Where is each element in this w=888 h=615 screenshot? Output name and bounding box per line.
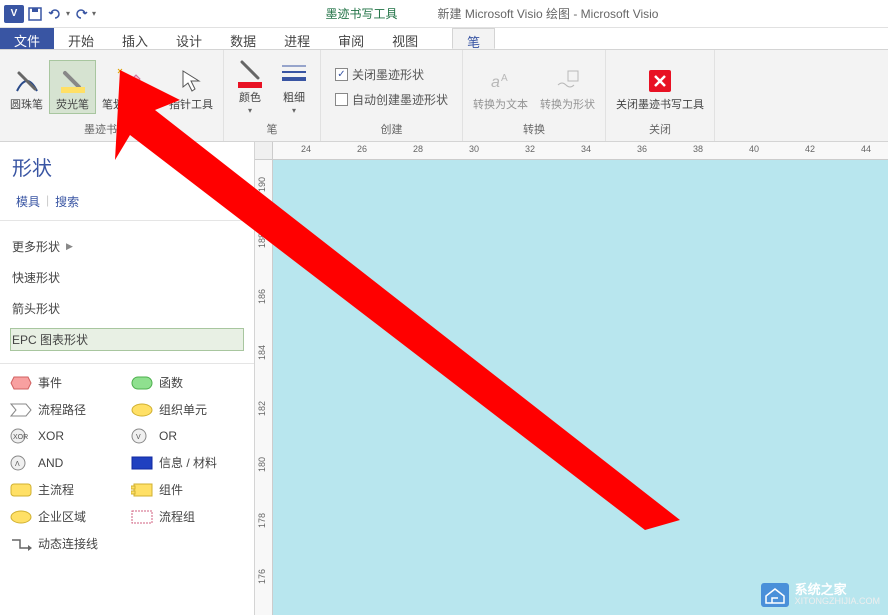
shape-main-process[interactable]: 主流程 — [10, 481, 123, 498]
pointer-tool-button[interactable]: 指针工具 — [163, 61, 219, 113]
visio-app-icon: V — [4, 5, 24, 23]
highlighter-button[interactable]: 荧光笔 — [49, 60, 96, 114]
more-shapes-item[interactable]: 更多形状 ▶ — [10, 235, 244, 258]
pointer-icon — [175, 63, 207, 99]
close-icon — [644, 63, 676, 99]
arrow-shapes-item[interactable]: 箭头形状 — [10, 297, 244, 320]
context-tab-label: 墨迹书写工具 — [326, 5, 398, 22]
watermark: 系统之家 XITONGZHIJIA.COM — [761, 583, 880, 607]
shape-or[interactable]: V OR — [131, 428, 244, 444]
title-bar: V ▾ ▾ 墨迹书写工具 新建 Microsoft Visio 绘图 - Mic… — [0, 0, 888, 28]
redo-icon[interactable] — [72, 5, 90, 23]
tab-insert[interactable]: 插入 — [108, 28, 162, 49]
checkbox-icon — [335, 93, 348, 106]
chevron-down-icon: ▾ — [292, 106, 296, 115]
color-button[interactable]: 颜色▾ — [228, 54, 272, 119]
ruler-corner — [255, 142, 273, 160]
eraser-icon — [114, 63, 146, 99]
watermark-logo-icon — [761, 583, 789, 607]
tab-review[interactable]: 审阅 — [324, 28, 378, 49]
search-tab[interactable]: 搜索 — [49, 189, 85, 214]
undo-icon[interactable] — [46, 5, 64, 23]
shape-and[interactable]: Λ AND — [10, 454, 123, 471]
drawing-canvas[interactable] — [273, 160, 888, 615]
ballpoint-pen-button[interactable]: 圆珠笔 — [4, 61, 49, 113]
ribbon: 圆珠笔 荧光笔 笔划橡皮擦 指针工具 墨迹书写工 — [0, 50, 888, 142]
horizontal-ruler: 24 26 28 30 32 34 36 38 40 42 44 — [273, 142, 888, 160]
pen-icon — [11, 63, 43, 99]
chevron-down-icon: ▾ — [248, 106, 252, 115]
tab-design[interactable]: 设计 — [162, 28, 216, 49]
shape-org-unit[interactable]: 组织单元 — [131, 401, 244, 418]
epc-shapes-item[interactable]: EPC 图表形状 — [10, 328, 244, 351]
vertical-ruler: 190 188 186 184 182 180 178 176 174 — [255, 160, 273, 615]
chevron-right-icon: ▶ — [66, 241, 73, 252]
shape-enterprise-area[interactable]: 企业区域 — [10, 508, 123, 525]
shape-xor[interactable]: XOR XOR — [10, 428, 123, 444]
canvas-area: 24 26 28 30 32 34 36 38 40 42 44 190 188… — [255, 142, 888, 615]
ribbon-tabs: 文件 开始 插入 设计 数据 进程 审阅 视图 笔 — [0, 28, 888, 50]
quick-shapes-item[interactable]: 快速形状 — [10, 266, 244, 289]
tab-view[interactable]: 视图 — [378, 28, 432, 49]
save-icon[interactable] — [26, 5, 44, 23]
tab-data[interactable]: 数据 — [216, 28, 270, 49]
eraser-button[interactable]: 笔划橡皮擦 — [96, 61, 163, 113]
color-icon — [234, 56, 266, 92]
tab-file[interactable]: 文件 — [0, 28, 54, 49]
convert-shape-icon — [552, 63, 584, 99]
shape-info-material[interactable]: 信息 / 材料 — [131, 454, 244, 471]
undo-dropdown-icon[interactable]: ▾ — [66, 9, 70, 18]
shape-dynamic-connector[interactable]: 动态连接线 — [10, 535, 244, 552]
svg-text:a: a — [491, 74, 500, 91]
shapes-title: 形状 — [0, 142, 254, 189]
convert-to-text-button[interactable]: aA 转换为文本 — [467, 61, 534, 113]
svg-text:V: V — [136, 434, 141, 441]
svg-text:XOR: XOR — [13, 434, 28, 441]
stencil-grid: 事件 函数 流程路径 组织单元 XOR XOR — [0, 368, 254, 558]
svg-text:A: A — [501, 73, 508, 84]
weight-button[interactable]: 粗细▾ — [272, 54, 316, 119]
tab-pen[interactable]: 笔 — [452, 28, 495, 49]
svg-text:Λ: Λ — [15, 461, 20, 468]
shape-process-path[interactable]: 流程路径 — [10, 401, 123, 418]
highlighter-icon — [57, 63, 89, 99]
shape-component[interactable]: 组件 — [131, 481, 244, 498]
stencils-tab[interactable]: 模具 — [10, 189, 46, 214]
convert-text-icon: aA — [485, 63, 517, 99]
shape-function[interactable]: 函数 — [131, 374, 244, 391]
close-ink-tool-button[interactable]: 关闭墨迹书写工具 — [610, 61, 710, 113]
shape-process-group[interactable]: 流程组 — [131, 508, 244, 525]
convert-to-shape-button[interactable]: 转换为形状 — [534, 61, 601, 113]
tab-home[interactable]: 开始 — [54, 28, 108, 49]
auto-create-ink-checkbox[interactable]: 自动创建墨迹形状 — [329, 89, 454, 110]
weight-icon — [278, 56, 310, 92]
tab-process[interactable]: 进程 — [270, 28, 324, 49]
shape-event[interactable]: 事件 — [10, 374, 123, 391]
close-ink-shape-checkbox[interactable]: ✓ 关闭墨迹形状 — [329, 64, 430, 85]
document-title: 新建 Microsoft Visio 绘图 - Microsoft Visio — [438, 5, 659, 22]
checkbox-icon: ✓ — [335, 68, 348, 81]
shapes-panel: 形状 模具 | 搜索 更多形状 ▶ 快速形状 箭头形状 EPC 图表形状 事件 — [0, 142, 255, 615]
